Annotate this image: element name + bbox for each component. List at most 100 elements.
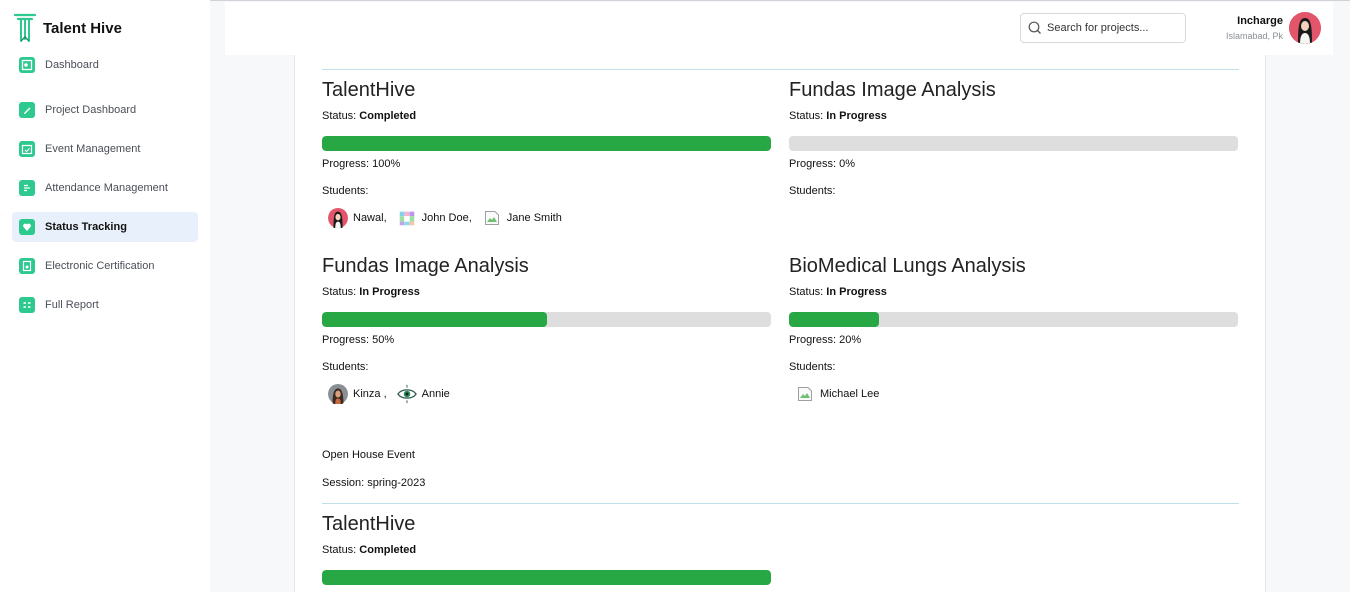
sidebar-item-project-dashboard[interactable]: Project Dashboard bbox=[12, 95, 198, 125]
sidebar-item-label: Full Report bbox=[45, 299, 99, 311]
students-label: Students: bbox=[322, 185, 369, 197]
section-divider bbox=[322, 503, 1239, 504]
student-name: Nawal, bbox=[353, 212, 387, 224]
project-card: TalentHive Status: Completed Progress: 1… bbox=[322, 79, 772, 229]
top-header: Incharge Islamabad, Pk bbox=[225, 2, 1333, 55]
project-title: TalentHive bbox=[322, 79, 416, 101]
student-list: Nawal, John Doe, Jane Smith bbox=[328, 207, 772, 229]
certificate-icon bbox=[19, 258, 35, 274]
student-item[interactable]: Annie bbox=[396, 383, 450, 405]
status-label: Status: bbox=[789, 110, 827, 122]
project-card: Fundas Image Analysis Status: In Progres… bbox=[322, 255, 772, 405]
project-status: Status: Completed bbox=[322, 110, 772, 122]
student-name: John Doe, bbox=[421, 212, 472, 224]
progress-bar bbox=[322, 570, 771, 585]
status-value: In Progress bbox=[826, 286, 887, 298]
user-profile[interactable]: Incharge Islamabad, Pk bbox=[1226, 12, 1321, 44]
status-label: Status: bbox=[789, 286, 827, 298]
student-list: Kinza , Annie bbox=[328, 383, 772, 405]
search-input[interactable] bbox=[1047, 22, 1177, 34]
sidebar-item-dashboard[interactable]: Dashboard bbox=[12, 50, 198, 80]
sidebar-item-label: Project Dashboard bbox=[45, 104, 137, 116]
students-label: Students: bbox=[322, 361, 369, 373]
calendar-icon bbox=[19, 141, 35, 157]
sidebar-item-label: Electronic Certification bbox=[45, 260, 155, 272]
eye-avatar-icon bbox=[396, 383, 417, 405]
progress-bar-fill bbox=[322, 312, 547, 327]
progress-bar bbox=[322, 136, 771, 151]
project-card: BioMedical Lungs Analysis Status: In Pro… bbox=[789, 255, 1239, 405]
event-name: Open House Event bbox=[322, 449, 415, 461]
list-icon bbox=[19, 180, 35, 196]
pencil-icon bbox=[19, 102, 35, 118]
student-item[interactable]: Nawal, bbox=[328, 207, 387, 229]
sidebar-item-label: Event Management bbox=[45, 143, 141, 155]
sidebar-item-status-tracking[interactable]: Status Tracking bbox=[12, 212, 198, 242]
pixel-avatar-icon bbox=[397, 207, 417, 229]
student-name: Jane Smith bbox=[506, 212, 562, 224]
project-title: Fundas Image Analysis bbox=[789, 79, 996, 101]
progress-text: Progress: 100% bbox=[322, 158, 401, 170]
progress-bar bbox=[789, 136, 1238, 151]
student-name: Michael Lee bbox=[820, 388, 880, 400]
photo-avatar-icon bbox=[328, 383, 348, 405]
student-item[interactable]: Kinza , bbox=[328, 383, 387, 405]
user-info: Incharge Islamabad, Pk bbox=[1226, 15, 1283, 41]
user-name: Incharge bbox=[1237, 15, 1283, 27]
status-label: Status: bbox=[322, 544, 360, 556]
status-tracking-panel: TalentHive Status: Completed Progress: 1… bbox=[294, 55, 1266, 592]
project-card: TalentHive Status: Completed bbox=[322, 513, 772, 585]
sidebar-item-label: Dashboard bbox=[45, 59, 99, 71]
search-box[interactable] bbox=[1020, 13, 1186, 43]
student-name: Kinza , bbox=[353, 388, 387, 400]
logo-icon bbox=[13, 13, 37, 42]
project-title: Fundas Image Analysis bbox=[322, 255, 529, 277]
status-label: Status: bbox=[322, 110, 360, 122]
progress-bar-fill bbox=[322, 570, 771, 585]
section-divider bbox=[322, 69, 1239, 70]
project-status: Status: Completed bbox=[322, 544, 772, 556]
sidebar-item-attendance-management[interactable]: Attendance Management bbox=[12, 173, 198, 203]
progress-text: Progress: 0% bbox=[789, 158, 856, 170]
status-value: In Progress bbox=[359, 286, 420, 298]
sidebar-item-event-management[interactable]: Event Management bbox=[12, 134, 198, 164]
project-card: Fundas Image Analysis Status: In Progres… bbox=[789, 79, 1239, 197]
student-item[interactable]: Jane Smith bbox=[482, 207, 562, 229]
status-value: Completed bbox=[359, 544, 417, 556]
sidebar: Talent Hive Dashboard Project Dashboard … bbox=[0, 0, 210, 592]
project-status: Status: In Progress bbox=[322, 286, 772, 298]
student-name: Annie bbox=[421, 388, 450, 400]
sidebar-item-label: Status Tracking bbox=[45, 221, 127, 233]
report-icon bbox=[19, 297, 35, 313]
broken-image-icon bbox=[795, 383, 815, 405]
dashboard-icon bbox=[19, 57, 35, 73]
status-value: Completed bbox=[359, 110, 417, 122]
sidebar-item-label: Attendance Management bbox=[45, 182, 168, 194]
sidebar-item-full-report[interactable]: Full Report bbox=[12, 290, 198, 320]
project-title: BioMedical Lungs Analysis bbox=[789, 255, 1026, 277]
progress-bar-fill bbox=[789, 312, 879, 327]
broken-image-icon bbox=[482, 207, 502, 229]
heart-pin-icon bbox=[19, 219, 35, 235]
student-item[interactable]: John Doe, bbox=[397, 207, 472, 229]
progress-bar bbox=[789, 312, 1238, 327]
avatar[interactable] bbox=[1289, 12, 1321, 44]
progress-bar bbox=[322, 312, 771, 327]
status-label: Status: bbox=[322, 286, 360, 298]
project-status: Status: In Progress bbox=[789, 110, 1239, 122]
students-label: Students: bbox=[789, 185, 836, 197]
progress-text: Progress: 20% bbox=[789, 334, 862, 346]
student-item[interactable]: Michael Lee bbox=[795, 383, 879, 405]
app-logo[interactable]: Talent Hive bbox=[13, 12, 122, 44]
woman-avatar-icon bbox=[328, 207, 348, 229]
search-icon bbox=[1028, 21, 1041, 34]
status-value: In Progress bbox=[826, 110, 887, 122]
app-name: Talent Hive bbox=[43, 19, 122, 37]
event-session: Session: spring-2023 bbox=[322, 477, 426, 489]
project-title: TalentHive bbox=[322, 513, 416, 535]
student-list: Michael Lee bbox=[795, 383, 1239, 405]
progress-text: Progress: 50% bbox=[322, 334, 395, 346]
project-status: Status: In Progress bbox=[789, 286, 1239, 298]
sidebar-item-electronic-certification[interactable]: Electronic Certification bbox=[12, 251, 198, 281]
students-label: Students: bbox=[789, 361, 836, 373]
